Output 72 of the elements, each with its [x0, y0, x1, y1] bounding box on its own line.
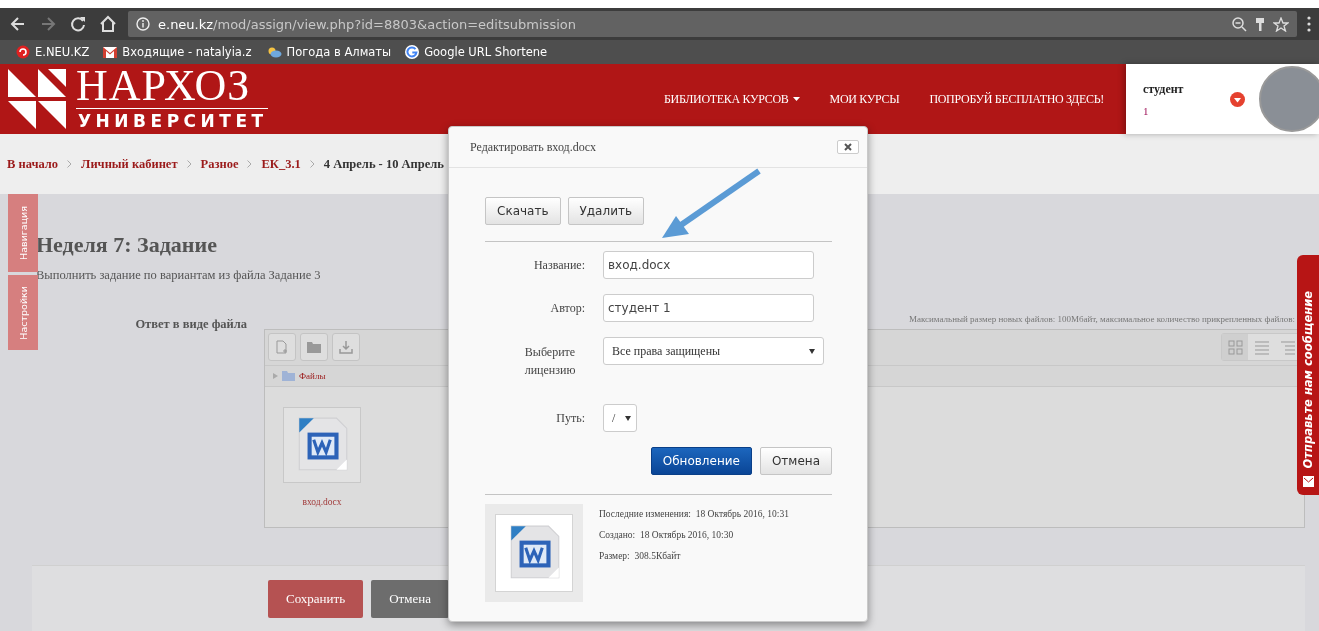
star-icon[interactable]: [1273, 16, 1289, 32]
user-name: студент: [1143, 81, 1185, 97]
file-info-line: Последние изменения: 18 Октябрь 2016, 10:31: [599, 509, 789, 519]
bookmark[interactable]: E.NEU.KZ: [16, 45, 90, 59]
bookmark[interactable]: Погода в Алматы: [265, 45, 392, 59]
info-icon: [136, 17, 150, 31]
delete-button[interactable]: Удалить: [567, 197, 644, 225]
view-icon: [1279, 339, 1295, 355]
text-field[interactable]: вход.docx: [603, 251, 814, 279]
update-button[interactable]: Обновление: [650, 447, 752, 475]
file-info-line: Размер: 308.5Кбайт: [599, 551, 682, 561]
caret-icon: [809, 348, 815, 354]
bookmark[interactable]: Входящие - natalyia.z: [103, 45, 252, 59]
file-limits-note: Максимальный размер новых файлов: 100Мбайт, максимальное количество прикрепленных файлов:: [907, 313, 1296, 325]
caret-icon: [792, 97, 800, 101]
envelope-icon: [1302, 476, 1314, 487]
breadcrumb-link[interactable]: Личный кабинет: [81, 156, 178, 172]
cancel-button[interactable]: Отмена: [371, 580, 449, 618]
nav-link[interactable]: БИБЛИОТЕКА КУРСОВ: [663, 91, 800, 107]
logo-title: НАРХОЗ: [76, 65, 268, 109]
nav-link[interactable]: МОИ КУРСЫ: [829, 91, 900, 107]
view-button[interactable]: [1274, 334, 1300, 361]
zoom-out-icon[interactable]: [1232, 16, 1247, 32]
file-name[interactable]: вход.docx: [302, 497, 342, 507]
dialog-title: Редактировать вход.docx: [470, 139, 596, 155]
add-file-icon: [276, 340, 288, 355]
close-icon: [844, 143, 852, 151]
cancel-button[interactable]: Отмена: [759, 447, 832, 475]
expand-icon: [273, 372, 278, 379]
select-field[interactable]: Все права защищены: [603, 337, 824, 365]
field-label: Автор:: [549, 300, 585, 317]
user-number: 1: [1143, 104, 1150, 117]
bookmark[interactable]: Google URL Shortene: [405, 45, 548, 59]
view-icon: [1227, 339, 1243, 355]
close-button[interactable]: [837, 140, 859, 154]
page-title: Неделя 7: Задание: [36, 231, 218, 259]
breadcrumb-link[interactable]: В начало: [7, 156, 59, 172]
view-icon: [1253, 339, 1269, 355]
mail-icon: [103, 46, 118, 58]
folder-path[interactable]: Файлы: [299, 370, 326, 381]
avatar[interactable]: [1259, 66, 1319, 132]
select-field[interactable]: /: [603, 404, 637, 432]
folder-icon: [282, 370, 295, 381]
file-info-line: Создано: 18 Октябрь 2016, 10:30: [599, 530, 735, 540]
logo-subtitle: УНИВЕРСИТЕТ: [77, 109, 268, 133]
chevron-icon: [67, 160, 73, 168]
address-bar[interactable]: e.neu.kz/mod/assign/view.php?id=8803&action=editsubmission: [128, 11, 1297, 37]
folder-icon: [307, 341, 321, 354]
caret-icon: [625, 415, 631, 421]
download-icon: [339, 340, 353, 354]
site-icon: [16, 45, 30, 59]
google-icon: [405, 45, 420, 59]
field-label: Путь:: [555, 410, 585, 427]
download-button[interactable]: Скачать: [485, 197, 561, 225]
breadcrumb-link[interactable]: ЕК_3.1: [261, 156, 301, 172]
feedback-tab[interactable]: Отправьте нам сообщение: [1297, 255, 1319, 495]
menu-icon[interactable]: [1307, 16, 1311, 32]
save-button[interactable]: Сохранить: [268, 580, 364, 618]
reload-icon[interactable]: [68, 14, 88, 34]
nav-link[interactable]: ПОПРОБУЙ БЕСПЛАТНО ЗДЕСЬ!: [929, 91, 1104, 107]
chevron-icon: [186, 160, 192, 168]
field-label: Ответ в виде файла: [134, 317, 248, 333]
dropdown-icon[interactable]: [1230, 91, 1245, 107]
field-label: Выберите лицензию: [523, 344, 577, 379]
assignment-description: Выполнить задание по вариантам из файла Задание 3: [36, 268, 322, 283]
chevron-icon: [247, 160, 253, 168]
home-icon[interactable]: [98, 14, 118, 34]
breadcrumb-link[interactable]: Разное: [200, 156, 239, 172]
text-field[interactable]: студент 1: [603, 294, 814, 322]
file-thumbnail[interactable]: [283, 407, 361, 483]
field-label: Название:: [532, 257, 585, 274]
chevron-icon: [309, 160, 315, 168]
